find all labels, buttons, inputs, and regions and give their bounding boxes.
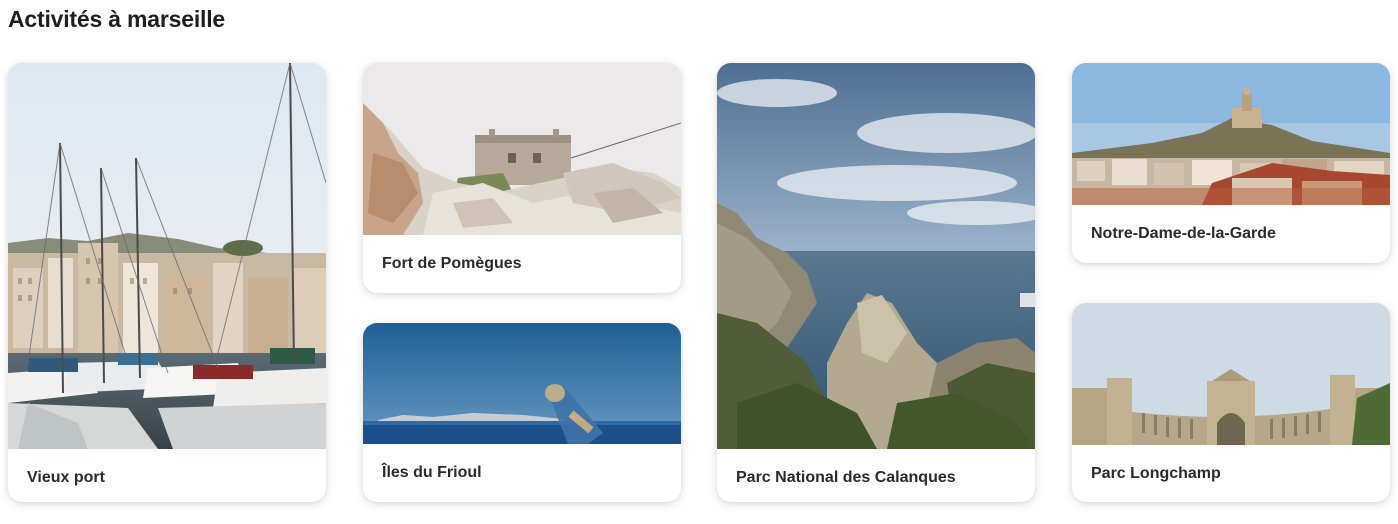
activity-label: Parc Longchamp [1091,465,1221,482]
activity-label: Îles du Frioul [382,464,482,481]
section-title: Activités à marseille [8,6,225,32]
iles-du-frioul-photo [363,323,681,444]
activity-card-parc-national-des-calanques[interactable]: Parc National des Calanques [717,63,1035,502]
parc-longchamp-photo [1072,303,1390,445]
activity-card-vieux-port[interactable]: Vieux port [8,63,326,502]
activity-label: Fort de Pomègues [382,255,522,272]
activities-section: Activités à marseille Vieux port Fort de… [0,0,1398,524]
activity-card-fort-de-pomegues[interactable]: Fort de Pomègues [363,63,681,293]
fort-de-pomegues-photo [363,63,681,235]
vieux-port-photo [8,63,326,449]
activity-card-notre-dame-de-la-garde[interactable]: Notre-Dame-de-la-Garde [1072,63,1390,263]
activity-label: Parc National des Calanques [736,469,956,486]
notre-dame-de-la-garde-photo [1072,63,1390,205]
activity-card-iles-du-frioul[interactable]: Îles du Frioul [363,323,681,502]
activity-label: Vieux port [27,469,105,486]
activity-card-parc-longchamp[interactable]: Parc Longchamp [1072,303,1390,502]
parc-national-des-calanques-photo [717,63,1035,449]
activity-label: Notre-Dame-de-la-Garde [1091,225,1276,242]
